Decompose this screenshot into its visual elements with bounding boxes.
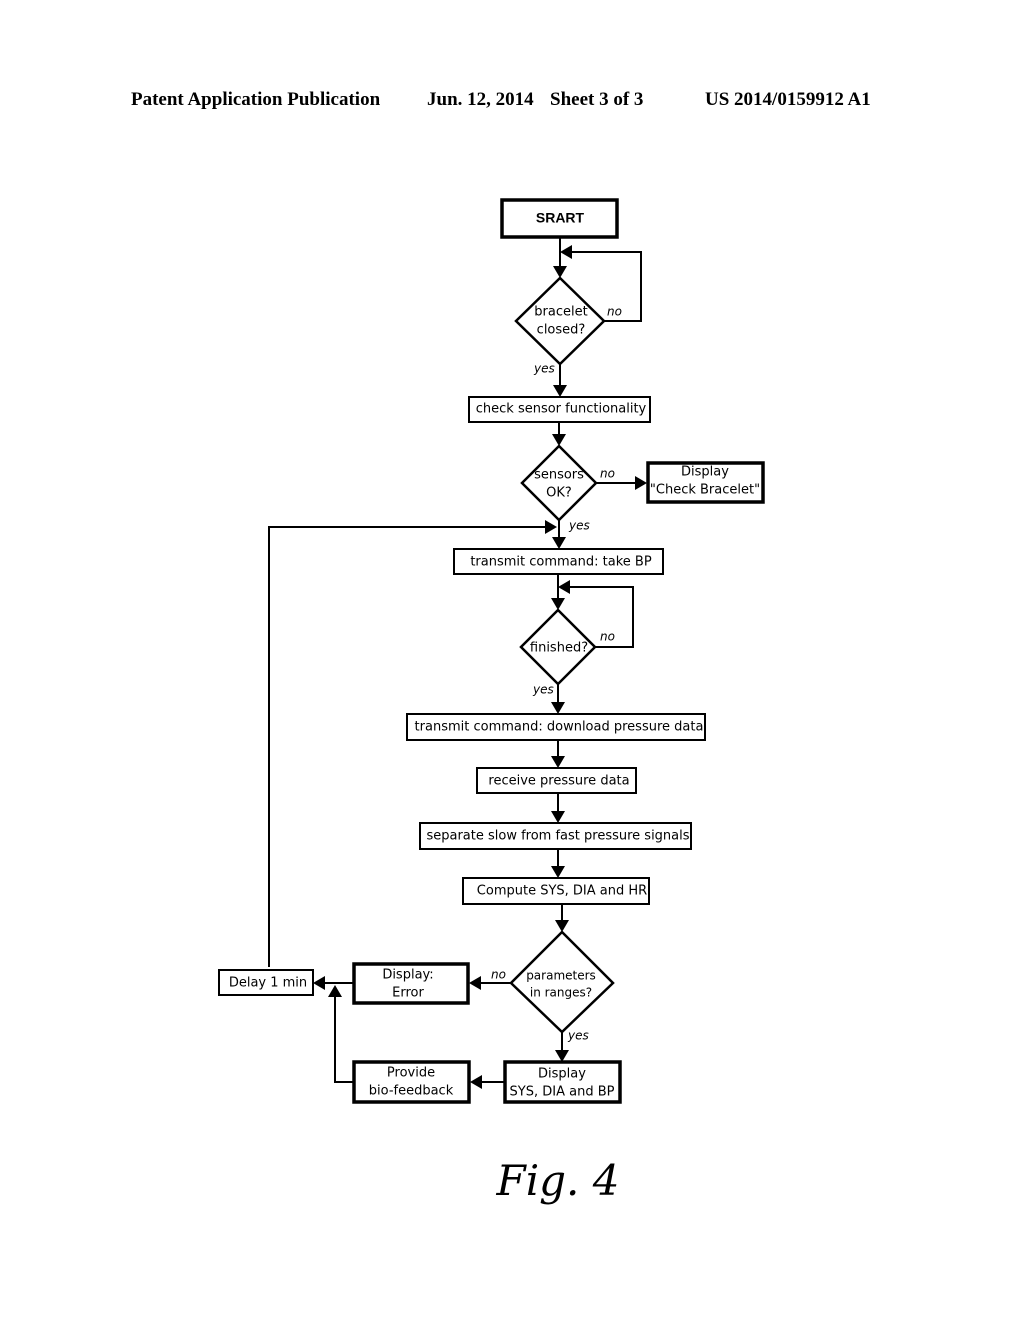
process-take-bp: transmit command: take BP <box>453 548 664 575</box>
decision-text-line1: bracelet <box>534 305 587 320</box>
display-text-line1: Display <box>681 465 729 480</box>
process-separate-signals: separate slow from fast pressure signals <box>419 822 692 850</box>
display-text-line1: Display: <box>382 968 433 983</box>
process-receive-pressure-data: receive pressure data <box>476 767 637 794</box>
process-text-line2: bio-feedback <box>369 1084 454 1099</box>
arrowhead <box>555 1050 569 1062</box>
arrowhead <box>555 920 569 932</box>
display-text-line2: "Check Bracelet" <box>650 483 760 498</box>
arrowhead <box>553 266 567 278</box>
flowchart: SRART bracelet closed? no yes check sens… <box>218 198 765 1205</box>
process-text: receive pressure data <box>488 774 629 789</box>
arrowhead <box>551 811 565 823</box>
process-text: transmit command: download pressure data <box>415 720 704 735</box>
process-download-pressure-data: transmit command: download pressure data <box>406 713 706 741</box>
decision-text-line2: closed? <box>537 323 586 338</box>
start-terminal: SRART <box>500 198 619 239</box>
arrowhead <box>551 702 565 714</box>
figure-caption: Fig. 4 <box>496 1156 620 1205</box>
process-text-line1: Provide <box>387 1066 435 1081</box>
arrowhead <box>560 245 572 259</box>
label-yes: yes <box>532 683 554 697</box>
process-text: Delay 1 min <box>229 976 307 991</box>
arrowhead <box>470 1075 482 1089</box>
label-yes: yes <box>533 362 555 376</box>
display-error: Display: Error <box>352 962 470 1005</box>
label-yes: yes <box>567 1029 589 1043</box>
arrowhead <box>558 580 570 594</box>
arrowhead <box>553 385 567 397</box>
arrowhead <box>551 598 565 610</box>
arrowhead <box>551 866 565 878</box>
decision-bracelet-closed: bracelet closed? <box>514 276 606 366</box>
process-text: separate slow from fast pressure signals <box>426 829 689 844</box>
arrowhead <box>552 537 566 549</box>
display-text-line2: SYS, DIA and BP <box>510 1085 615 1100</box>
arrowhead <box>469 976 481 990</box>
arrowhead <box>635 476 647 490</box>
process-provide-biofeedback: Provide bio-feedback <box>352 1060 471 1104</box>
display-text-line1: Display <box>538 1067 586 1082</box>
decision-text: finished? <box>530 641 588 656</box>
display-sys-dia-bp: Display SYS, DIA and BP <box>503 1060 622 1104</box>
process-check-sensor: check sensor functionality <box>468 396 651 423</box>
process-text: transmit command: take BP <box>470 555 652 570</box>
decision-text-line1: sensors <box>534 468 584 483</box>
connector <box>334 995 354 1083</box>
arrowhead <box>328 985 342 997</box>
display-check-bracelet: Display "Check Bracelet" <box>646 461 765 504</box>
label-no: no <box>607 305 622 319</box>
decision-sensors-ok: sensors OK? <box>520 444 598 522</box>
arrowhead <box>313 976 325 990</box>
label-yes: yes <box>568 519 590 533</box>
process-compute-sys-dia-hr: Compute SYS, DIA and HR <box>462 877 650 905</box>
arrowhead <box>545 520 557 534</box>
label-no: no <box>600 467 615 481</box>
label-no: no <box>491 968 506 982</box>
process-delay-1-min: Delay 1 min <box>218 969 314 996</box>
decision-text-line2: OK? <box>546 486 572 501</box>
arrowhead <box>551 756 565 768</box>
label-no: no <box>600 630 615 644</box>
process-text: check sensor functionality <box>476 402 647 417</box>
decision-parameters-in-ranges: parameters in ranges? <box>509 930 615 1034</box>
arrowhead <box>552 434 566 446</box>
decision-text-line1: parameters <box>526 969 596 983</box>
display-text-line2: Error <box>392 986 424 1001</box>
start-label: SRART <box>536 210 585 226</box>
decision-finished: finished? <box>519 608 597 686</box>
decision-text-line2: in ranges? <box>530 986 592 1000</box>
process-text: Compute SYS, DIA and HR <box>477 884 647 899</box>
